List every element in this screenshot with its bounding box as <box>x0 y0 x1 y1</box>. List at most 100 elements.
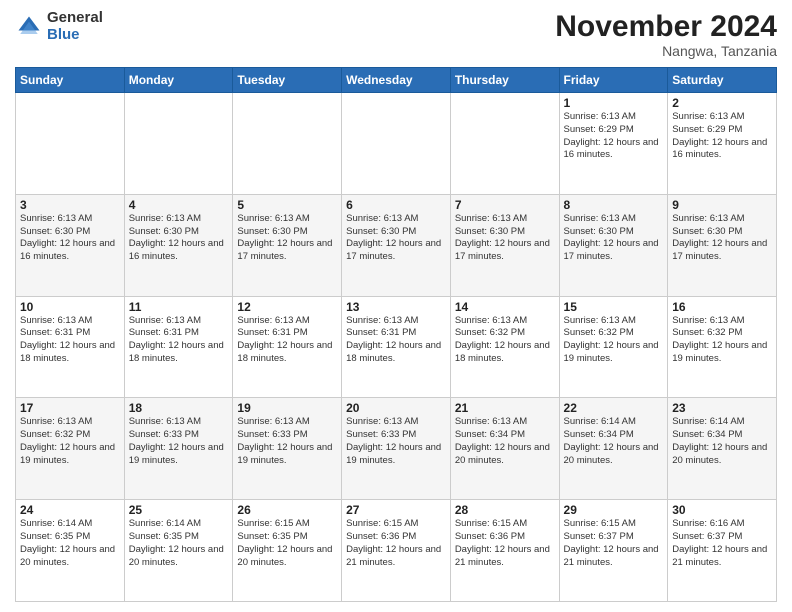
day-info: Sunrise: 6:13 AM Sunset: 6:30 PM Dayligh… <box>20 213 120 264</box>
day-info: Sunrise: 6:13 AM Sunset: 6:33 PM Dayligh… <box>129 416 229 467</box>
day-number: 7 <box>455 198 555 212</box>
calendar-cell: 3Sunrise: 6:13 AM Sunset: 6:30 PM Daylig… <box>16 194 125 296</box>
calendar-cell: 22Sunrise: 6:14 AM Sunset: 6:34 PM Dayli… <box>559 398 668 500</box>
day-info: Sunrise: 6:15 AM Sunset: 6:35 PM Dayligh… <box>237 518 337 569</box>
day-info: Sunrise: 6:13 AM Sunset: 6:30 PM Dayligh… <box>346 213 446 264</box>
month-title: November 2024 <box>555 10 777 43</box>
day-info: Sunrise: 6:13 AM Sunset: 6:31 PM Dayligh… <box>129 315 229 366</box>
day-info: Sunrise: 6:13 AM Sunset: 6:29 PM Dayligh… <box>672 111 772 162</box>
calendar-cell: 2Sunrise: 6:13 AM Sunset: 6:29 PM Daylig… <box>668 93 777 195</box>
logo-icon <box>15 13 43 41</box>
calendar-cell: 29Sunrise: 6:15 AM Sunset: 6:37 PM Dayli… <box>559 500 668 602</box>
logo-general: General <box>47 10 103 27</box>
day-number: 18 <box>129 401 229 415</box>
calendar-cell: 7Sunrise: 6:13 AM Sunset: 6:30 PM Daylig… <box>450 194 559 296</box>
logo: General Blue <box>15 10 103 43</box>
calendar-cell: 6Sunrise: 6:13 AM Sunset: 6:30 PM Daylig… <box>342 194 451 296</box>
day-info: Sunrise: 6:13 AM Sunset: 6:33 PM Dayligh… <box>346 416 446 467</box>
location: Nangwa, Tanzania <box>555 43 777 59</box>
day-number: 26 <box>237 503 337 517</box>
day-info: Sunrise: 6:14 AM Sunset: 6:34 PM Dayligh… <box>564 416 664 467</box>
logo-blue: Blue <box>47 27 103 44</box>
calendar-cell: 21Sunrise: 6:13 AM Sunset: 6:34 PM Dayli… <box>450 398 559 500</box>
calendar-cell: 18Sunrise: 6:13 AM Sunset: 6:33 PM Dayli… <box>124 398 233 500</box>
day-number: 4 <box>129 198 229 212</box>
calendar-cell: 16Sunrise: 6:13 AM Sunset: 6:32 PM Dayli… <box>668 296 777 398</box>
calendar-header-sunday: Sunday <box>16 68 125 93</box>
day-number: 27 <box>346 503 446 517</box>
day-info: Sunrise: 6:13 AM Sunset: 6:34 PM Dayligh… <box>455 416 555 467</box>
calendar-cell: 11Sunrise: 6:13 AM Sunset: 6:31 PM Dayli… <box>124 296 233 398</box>
calendar-cell: 19Sunrise: 6:13 AM Sunset: 6:33 PM Dayli… <box>233 398 342 500</box>
day-number: 30 <box>672 503 772 517</box>
calendar-header-saturday: Saturday <box>668 68 777 93</box>
calendar-cell: 4Sunrise: 6:13 AM Sunset: 6:30 PM Daylig… <box>124 194 233 296</box>
day-info: Sunrise: 6:13 AM Sunset: 6:31 PM Dayligh… <box>346 315 446 366</box>
calendar-cell: 24Sunrise: 6:14 AM Sunset: 6:35 PM Dayli… <box>16 500 125 602</box>
day-number: 12 <box>237 300 337 314</box>
calendar-cell: 15Sunrise: 6:13 AM Sunset: 6:32 PM Dayli… <box>559 296 668 398</box>
day-number: 2 <box>672 96 772 110</box>
calendar-cell <box>233 93 342 195</box>
day-number: 1 <box>564 96 664 110</box>
day-number: 25 <box>129 503 229 517</box>
calendar-header-friday: Friday <box>559 68 668 93</box>
day-info: Sunrise: 6:13 AM Sunset: 6:29 PM Dayligh… <box>564 111 664 162</box>
calendar-cell: 1Sunrise: 6:13 AM Sunset: 6:29 PM Daylig… <box>559 93 668 195</box>
day-info: Sunrise: 6:14 AM Sunset: 6:35 PM Dayligh… <box>129 518 229 569</box>
day-info: Sunrise: 6:13 AM Sunset: 6:30 PM Dayligh… <box>455 213 555 264</box>
day-number: 17 <box>20 401 120 415</box>
calendar-cell <box>16 93 125 195</box>
day-number: 15 <box>564 300 664 314</box>
day-info: Sunrise: 6:14 AM Sunset: 6:34 PM Dayligh… <box>672 416 772 467</box>
calendar-cell: 9Sunrise: 6:13 AM Sunset: 6:30 PM Daylig… <box>668 194 777 296</box>
day-info: Sunrise: 6:13 AM Sunset: 6:30 PM Dayligh… <box>564 213 664 264</box>
calendar-cell: 17Sunrise: 6:13 AM Sunset: 6:32 PM Dayli… <box>16 398 125 500</box>
day-info: Sunrise: 6:13 AM Sunset: 6:32 PM Dayligh… <box>20 416 120 467</box>
day-number: 9 <box>672 198 772 212</box>
day-number: 16 <box>672 300 772 314</box>
calendar-cell: 23Sunrise: 6:14 AM Sunset: 6:34 PM Dayli… <box>668 398 777 500</box>
day-number: 23 <box>672 401 772 415</box>
day-info: Sunrise: 6:14 AM Sunset: 6:35 PM Dayligh… <box>20 518 120 569</box>
day-info: Sunrise: 6:15 AM Sunset: 6:36 PM Dayligh… <box>346 518 446 569</box>
day-info: Sunrise: 6:13 AM Sunset: 6:33 PM Dayligh… <box>237 416 337 467</box>
logo-text: General Blue <box>47 10 103 43</box>
calendar-cell: 26Sunrise: 6:15 AM Sunset: 6:35 PM Dayli… <box>233 500 342 602</box>
calendar-cell <box>450 93 559 195</box>
calendar-cell: 28Sunrise: 6:15 AM Sunset: 6:36 PM Dayli… <box>450 500 559 602</box>
day-number: 29 <box>564 503 664 517</box>
day-info: Sunrise: 6:13 AM Sunset: 6:30 PM Dayligh… <box>672 213 772 264</box>
day-info: Sunrise: 6:13 AM Sunset: 6:32 PM Dayligh… <box>564 315 664 366</box>
calendar-header-tuesday: Tuesday <box>233 68 342 93</box>
calendar-cell: 30Sunrise: 6:16 AM Sunset: 6:37 PM Dayli… <box>668 500 777 602</box>
calendar-header-thursday: Thursday <box>450 68 559 93</box>
day-number: 28 <box>455 503 555 517</box>
day-info: Sunrise: 6:15 AM Sunset: 6:36 PM Dayligh… <box>455 518 555 569</box>
calendar-week-4: 24Sunrise: 6:14 AM Sunset: 6:35 PM Dayli… <box>16 500 777 602</box>
calendar-header-row: SundayMondayTuesdayWednesdayThursdayFrid… <box>16 68 777 93</box>
day-info: Sunrise: 6:13 AM Sunset: 6:32 PM Dayligh… <box>672 315 772 366</box>
calendar-week-3: 17Sunrise: 6:13 AM Sunset: 6:32 PM Dayli… <box>16 398 777 500</box>
day-info: Sunrise: 6:13 AM Sunset: 6:30 PM Dayligh… <box>237 213 337 264</box>
day-number: 10 <box>20 300 120 314</box>
calendar-week-2: 10Sunrise: 6:13 AM Sunset: 6:31 PM Dayli… <box>16 296 777 398</box>
day-info: Sunrise: 6:13 AM Sunset: 6:31 PM Dayligh… <box>237 315 337 366</box>
day-number: 8 <box>564 198 664 212</box>
calendar-cell <box>342 93 451 195</box>
calendar-cell: 5Sunrise: 6:13 AM Sunset: 6:30 PM Daylig… <box>233 194 342 296</box>
calendar-cell: 14Sunrise: 6:13 AM Sunset: 6:32 PM Dayli… <box>450 296 559 398</box>
day-number: 14 <box>455 300 555 314</box>
calendar-table: SundayMondayTuesdayWednesdayThursdayFrid… <box>15 67 777 602</box>
day-info: Sunrise: 6:13 AM Sunset: 6:32 PM Dayligh… <box>455 315 555 366</box>
day-number: 24 <box>20 503 120 517</box>
calendar-cell: 12Sunrise: 6:13 AM Sunset: 6:31 PM Dayli… <box>233 296 342 398</box>
day-info: Sunrise: 6:13 AM Sunset: 6:30 PM Dayligh… <box>129 213 229 264</box>
day-number: 5 <box>237 198 337 212</box>
day-info: Sunrise: 6:16 AM Sunset: 6:37 PM Dayligh… <box>672 518 772 569</box>
day-number: 11 <box>129 300 229 314</box>
day-number: 3 <box>20 198 120 212</box>
day-number: 22 <box>564 401 664 415</box>
day-info: Sunrise: 6:13 AM Sunset: 6:31 PM Dayligh… <box>20 315 120 366</box>
calendar-header-monday: Monday <box>124 68 233 93</box>
